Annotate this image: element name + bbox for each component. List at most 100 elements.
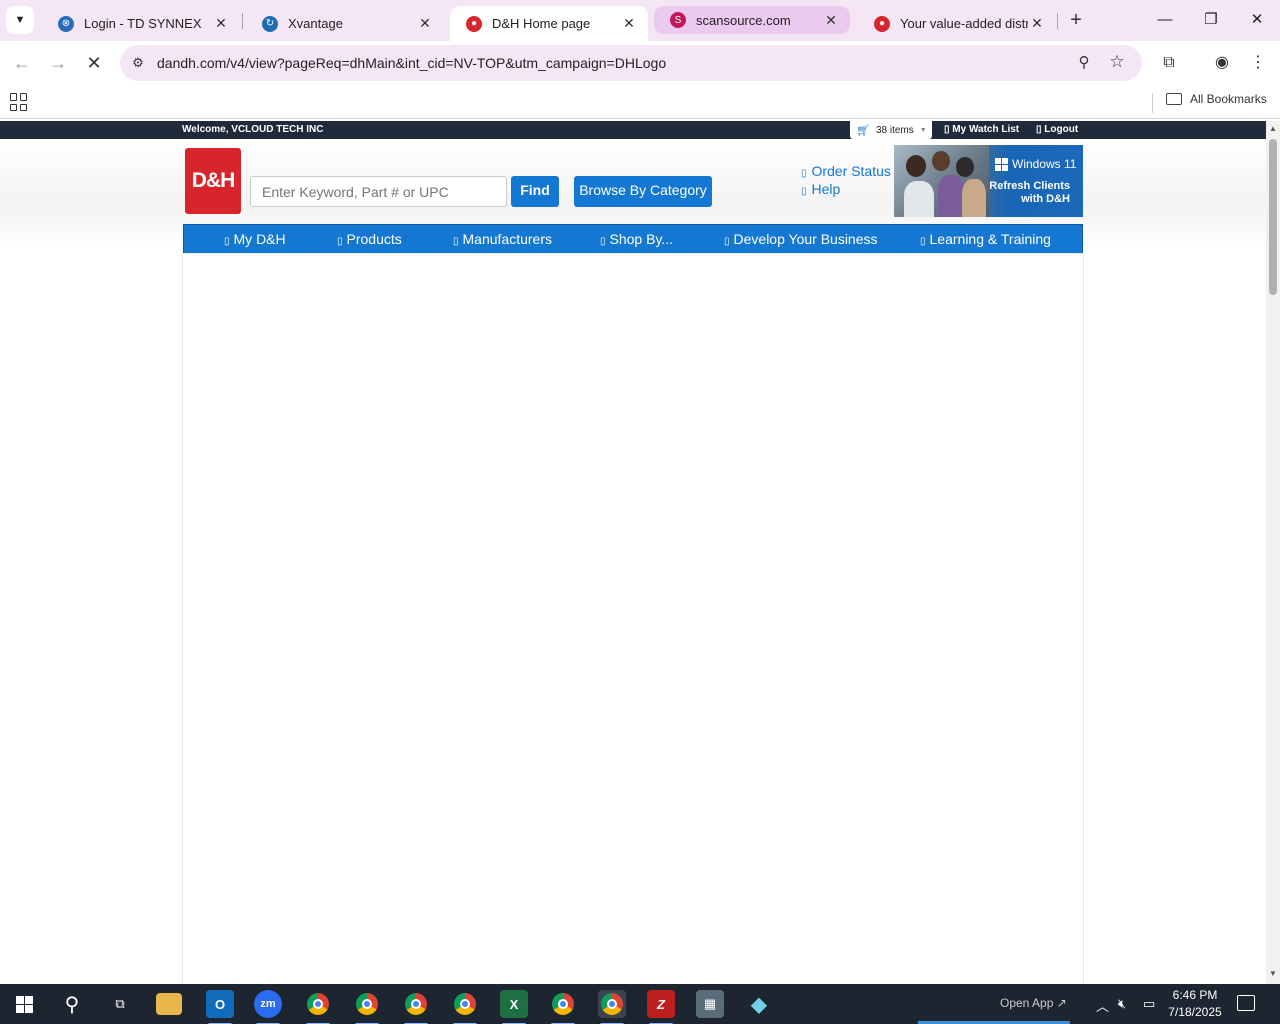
windows11-promo-banner[interactable]: Windows 11 Refresh Clients with D&H — [894, 145, 1083, 217]
browse-category-button[interactable]: Browse By Category — [574, 176, 712, 207]
close-icon: ✕ — [1250, 11, 1264, 28]
all-bookmarks-button[interactable]: All Bookmarks — [1166, 92, 1267, 106]
bookmarks-bar: All Bookmarks — [0, 85, 1280, 119]
page-viewport: Welcome, VCLOUD TECH INC 🛒︎ 38 items ▼ ▯… — [0, 121, 1266, 984]
app-icon[interactable]: ◆ — [745, 990, 773, 1018]
nav-manufacturers[interactable]: ▯ Manufacturers — [453, 231, 552, 247]
find-button[interactable]: Find — [511, 176, 559, 207]
nav-my-dh[interactable]: ▯ My D&H — [224, 231, 286, 247]
main-navigation: ▯ My D&H ▯ Products ▯ Manufacturers ▯ Shop B… — [183, 224, 1083, 254]
restore-icon: ❐ — [1204, 11, 1218, 28]
tab-separator — [242, 13, 243, 29]
dh-icon: ● — [874, 15, 890, 32]
help-link[interactable]: ▯ Help — [801, 181, 840, 197]
close-icon: ✕ — [86, 53, 102, 73]
back-button[interactable]: ← — [10, 51, 34, 75]
close-icon[interactable]: ✕ — [620, 15, 638, 32]
scroll-up-icon[interactable]: ▲ — [1269, 124, 1277, 133]
taskbar-clock[interactable]: 6:46 PM 7/18/2025 — [1160, 987, 1230, 1021]
calculator-icon[interactable]: ▦ — [696, 990, 724, 1018]
notification-icon[interactable] — [1237, 995, 1255, 1011]
banner-brand: Windows 11 — [1012, 157, 1077, 171]
close-icon[interactable]: ✕ — [822, 12, 840, 29]
banner-text: Refresh Clients with D&H — [989, 180, 1070, 205]
nav-develop-business[interactable]: ▯ Develop Your Business — [724, 231, 878, 247]
zoom-app-icon[interactable]: zm — [254, 990, 282, 1024]
chrome-icon[interactable] — [598, 990, 626, 1024]
minimize-icon: — — [1157, 11, 1173, 28]
chrome-icon[interactable] — [451, 990, 479, 1024]
tab-td-synnex[interactable]: ⊗ Login - TD SYNNEX ✕ — [42, 6, 240, 41]
plus-icon: + — [1070, 9, 1082, 31]
tab-title: D&H Home page — [492, 16, 591, 31]
tab-value-added[interactable]: ● Your value-added distrib ✕ — [858, 6, 1056, 41]
browser-toolbar: ← → ✕ ⚙ dandh.com/v4/view?pageReq=dhMain… — [0, 41, 1280, 85]
tab-scansource[interactable]: S scansource.com ✕ — [654, 6, 850, 34]
search-input[interactable] — [250, 176, 507, 207]
speaker-muted-icon[interactable]: 🔇︎ — [1118, 996, 1126, 1012]
bookmarks-separator — [1152, 93, 1153, 113]
cart-button[interactable]: 🛒︎ 38 items ▼ — [850, 121, 932, 139]
windows-start-icon[interactable] — [10, 990, 38, 1018]
close-icon[interactable]: ✕ — [1028, 15, 1046, 32]
zoom-icon[interactable]: ⚲ — [1074, 53, 1094, 73]
scroll-down-icon[interactable]: ▼ — [1269, 969, 1277, 978]
open-app-label[interactable]: Open App ↗ — [1000, 996, 1067, 1010]
nav-shop-by[interactable]: ▯ Shop By... — [600, 231, 673, 247]
arrow-left-icon: ← — [13, 53, 31, 73]
chrome-icon[interactable] — [402, 990, 430, 1024]
search-icon[interactable]: ⚲ — [58, 990, 86, 1018]
nav-products[interactable]: ▯ Products — [337, 231, 402, 247]
clock-time: 6:46 PM — [1172, 988, 1218, 1002]
chrome-icon[interactable] — [353, 990, 381, 1024]
address-bar[interactable]: ⚙ dandh.com/v4/view?pageReq=dhMain&int_c… — [120, 45, 1142, 81]
tab-search-button[interactable]: ▼ — [6, 6, 34, 34]
outlook-icon[interactable]: O — [206, 990, 234, 1024]
extensions-icon[interactable]: ⧉ — [1157, 51, 1181, 75]
chrome-icon[interactable] — [549, 990, 577, 1024]
cart-icon: 🛒︎ — [856, 124, 870, 137]
stop-button[interactable]: ✕ — [82, 51, 106, 75]
tab-title: Login - TD SYNNEX — [84, 16, 202, 31]
welcome-text: Welcome, VCLOUD TECH INC — [182, 124, 324, 135]
task-view-icon[interactable]: ⧉ — [106, 990, 134, 1018]
tab-dh-home[interactable]: ● D&H Home page ✕ — [450, 6, 648, 41]
url-text[interactable]: dandh.com/v4/view?pageReq=dhMain&int_cid… — [157, 55, 666, 71]
excel-icon[interactable]: X — [500, 990, 528, 1024]
watch-list-link[interactable]: ▯ My Watch List — [944, 124, 1019, 135]
arrow-right-icon: → — [49, 53, 67, 73]
filezilla-icon[interactable]: Z — [647, 990, 675, 1024]
page-scrollbar[interactable]: ▲ ▼ — [1266, 121, 1280, 984]
apps-icon[interactable] — [10, 93, 28, 111]
nav-learning-training[interactable]: ▯ Learning & Training — [920, 231, 1051, 247]
tab-xvantage[interactable]: ↻ Xvantage ✕ — [246, 6, 444, 41]
chevron-up-icon[interactable]: ︿ — [1096, 996, 1109, 1015]
tab-title: Your value-added distrib — [900, 16, 1028, 31]
bookmark-star-icon[interactable]: ☆ — [1107, 52, 1127, 72]
minimize-button[interactable]: — — [1151, 8, 1179, 32]
site-info-icon[interactable]: ⚙ — [129, 54, 147, 72]
order-status-link[interactable]: ▯ Order Status — [801, 163, 891, 179]
restore-button[interactable]: ❐ — [1197, 8, 1225, 32]
folder-icon — [1166, 93, 1182, 105]
tab-title: scansource.com — [696, 12, 791, 28]
menu-icon[interactable]: ⋮ — [1246, 51, 1270, 75]
dh-logo[interactable]: D&H — [185, 148, 241, 214]
cart-count: 38 items — [875, 124, 914, 136]
file-explorer-icon[interactable] — [156, 993, 182, 1015]
main-content — [183, 254, 1083, 984]
network-icon[interactable]: ▭ — [1143, 996, 1155, 1012]
utility-bar: Welcome, VCLOUD TECH INC 🛒︎ 38 items ▼ ▯… — [0, 121, 1266, 139]
promo-photo — [894, 145, 989, 217]
chrome-icon[interactable] — [304, 990, 332, 1024]
tab-strip: ▼ ⊗ Login - TD SYNNEX ✕ ↻ Xvantage ✕ ● D… — [0, 0, 1280, 41]
scrollbar-thumb[interactable] — [1269, 139, 1277, 295]
logout-link[interactable]: ▯ Logout — [1036, 124, 1078, 135]
clock-date: 7/18/2025 — [1168, 1005, 1222, 1019]
forward-button[interactable]: → — [46, 51, 70, 75]
close-icon[interactable]: ✕ — [212, 15, 230, 32]
profile-icon[interactable]: ◉ — [1210, 51, 1234, 75]
close-window-button[interactable]: ✕ — [1243, 8, 1271, 32]
new-tab-button[interactable]: + — [1064, 8, 1088, 32]
close-icon[interactable]: ✕ — [416, 15, 434, 32]
